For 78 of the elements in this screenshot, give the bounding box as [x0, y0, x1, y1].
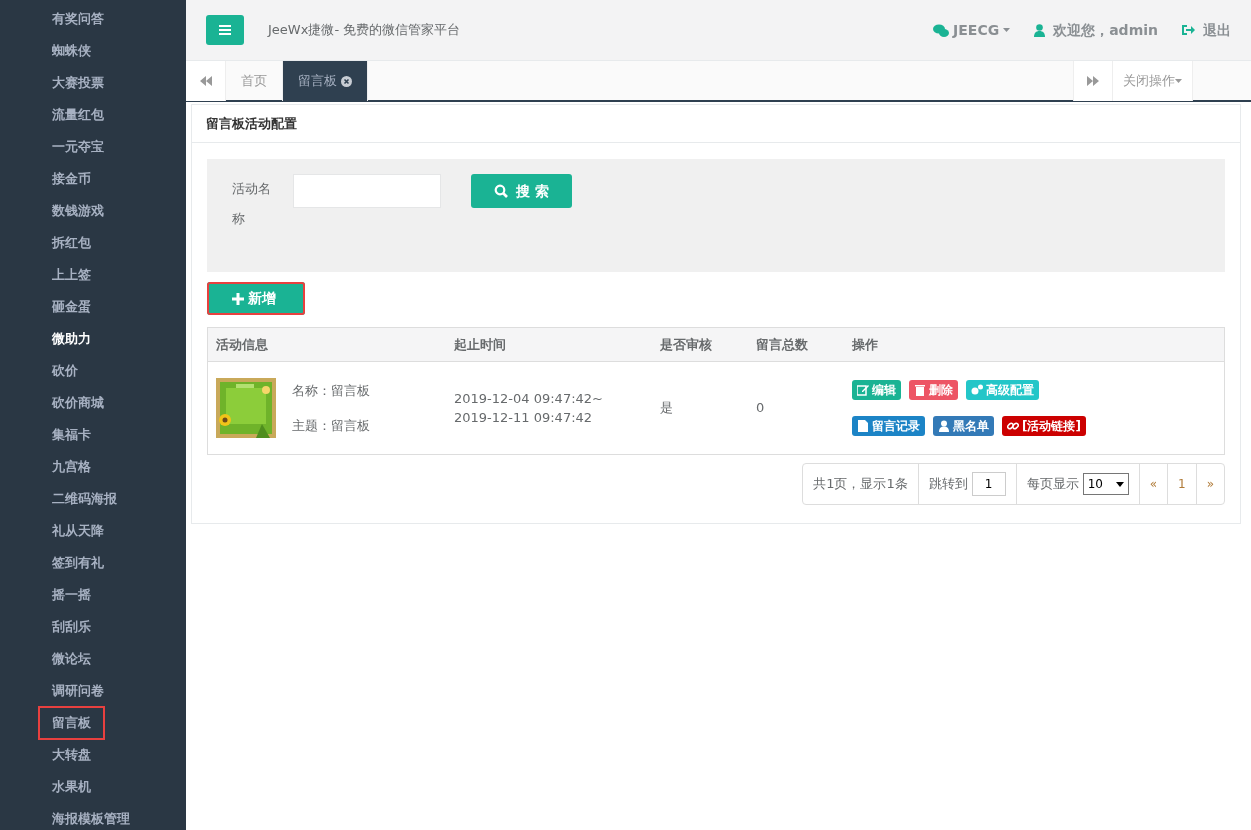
- plus-icon: [232, 292, 244, 305]
- sidebar-item[interactable]: 大转盘: [52, 742, 91, 768]
- column-header: 操作: [852, 335, 878, 354]
- table-cell-text: 是: [660, 399, 674, 418]
- edit-icon: [857, 384, 869, 396]
- sidebar-item[interactable]: 有奖问答: [52, 6, 104, 32]
- welcome-text: 欢迎您，admin: [1053, 20, 1158, 40]
- account-menu[interactable]: JEECG: [953, 19, 1000, 41]
- activity-theme: 主题：留言板: [292, 417, 370, 435]
- sidebar-item[interactable]: 微论坛: [52, 646, 91, 672]
- activity-name-field[interactable]: [293, 174, 441, 208]
- action-button[interactable]: [活动链接]: [1002, 416, 1086, 436]
- search-icon: [494, 184, 509, 198]
- prev-page-link[interactable]: «: [1149, 475, 1157, 493]
- next-page-link[interactable]: »: [1206, 475, 1214, 493]
- sidebar-item[interactable]: 摇一摇: [52, 582, 91, 608]
- sidebar-item[interactable]: 调研问卷: [52, 678, 104, 704]
- sidebar-item[interactable]: 一元夺宝: [52, 134, 104, 160]
- column-header: 起止时间: [454, 335, 507, 354]
- sidebar-item[interactable]: 数钱游戏: [52, 198, 104, 224]
- sidebar-item[interactable]: 蜘蛛侠: [52, 38, 91, 64]
- close-menu[interactable]: 关闭操作: [1113, 61, 1193, 101]
- sidebar-item[interactable]: 水果机: [52, 774, 91, 800]
- sidebar-item[interactable]: 九宫格: [52, 454, 91, 480]
- sidebar-item[interactable]: 上上签: [52, 262, 91, 288]
- per-page-select[interactable]: 10: [1082, 473, 1129, 495]
- sidebar-item[interactable]: 留言板: [40, 708, 103, 738]
- field-label: 活动名称: [232, 180, 272, 228]
- sidebar-item[interactable]: 二维码海报: [52, 486, 117, 512]
- end-time: 2019-12-11 09:47:42: [454, 409, 594, 427]
- sidebar-item[interactable]: 砍价商城: [52, 390, 104, 416]
- double-left-icon: [199, 76, 212, 86]
- scroll-right-button[interactable]: [1073, 61, 1113, 101]
- chat-icon: [933, 23, 950, 37]
- trash-icon: [914, 384, 926, 396]
- sidebar-item[interactable]: 签到有礼: [52, 550, 104, 576]
- menu-icon: [219, 25, 231, 35]
- logout-icon: [1182, 24, 1195, 36]
- sidebar-item[interactable]: 礼从天降: [52, 518, 104, 544]
- page-title: JeeWx捷微- 免费的微信管家平台: [268, 21, 461, 40]
- sidebar-item[interactable]: 接金币: [52, 166, 91, 192]
- sidebar-item[interactable]: 集福卡: [52, 422, 91, 448]
- logout-link[interactable]: 退出: [1203, 19, 1231, 41]
- sidebar-item[interactable]: 砸金蛋: [52, 294, 91, 320]
- activity-name: 名称：留言板: [292, 381, 370, 400]
- page-jump-field[interactable]: 1: [971, 472, 1006, 496]
- start-time: 2019-12-04 09:47:42~: [454, 389, 604, 408]
- sidebar-item[interactable]: 流量红包: [52, 102, 104, 128]
- sidebar-item[interactable]: 拆红包: [52, 230, 91, 256]
- table-cell-text: 0: [756, 399, 766, 418]
- caret-icon: [1003, 28, 1011, 32]
- column-header: 是否审核: [660, 335, 713, 354]
- page-tab[interactable]: 留言板: [283, 61, 368, 101]
- dropdown-icon: [1115, 481, 1124, 487]
- close-icon: [341, 75, 352, 87]
- action-button[interactable]: 留言记录: [852, 416, 925, 436]
- double-right-icon: [1087, 76, 1099, 86]
- caret-icon: [1175, 79, 1182, 83]
- sidebar-item[interactable]: 砍价: [52, 358, 78, 384]
- user-icon: [938, 420, 950, 432]
- panel-title: 留言板活动配置: [192, 105, 1240, 143]
- column-header: 留言总数: [756, 335, 809, 354]
- link-icon: [1007, 420, 1019, 432]
- menu-button[interactable]: [206, 15, 244, 45]
- page-link[interactable]: 1: [1178, 475, 1186, 493]
- sidebar-item[interactable]: 大赛投票: [52, 70, 104, 96]
- scroll-left-button[interactable]: [186, 61, 226, 101]
- document-icon: [857, 420, 869, 432]
- per-page-label: 每页显示: [1026, 475, 1079, 494]
- sidebar-item[interactable]: 海报模板管理: [52, 806, 130, 830]
- user-icon: [1034, 23, 1046, 37]
- sidebar-item[interactable]: 微助力: [52, 326, 91, 352]
- jump-label: 跳转到: [928, 475, 968, 494]
- page-summary: 共1页，显示1条: [813, 475, 908, 494]
- action-button[interactable]: 删除: [909, 380, 958, 400]
- sidebar-item[interactable]: 刮刮乐: [52, 614, 91, 640]
- action-button[interactable]: 黑名单: [933, 416, 994, 436]
- column-header: 活动信息: [215, 335, 269, 354]
